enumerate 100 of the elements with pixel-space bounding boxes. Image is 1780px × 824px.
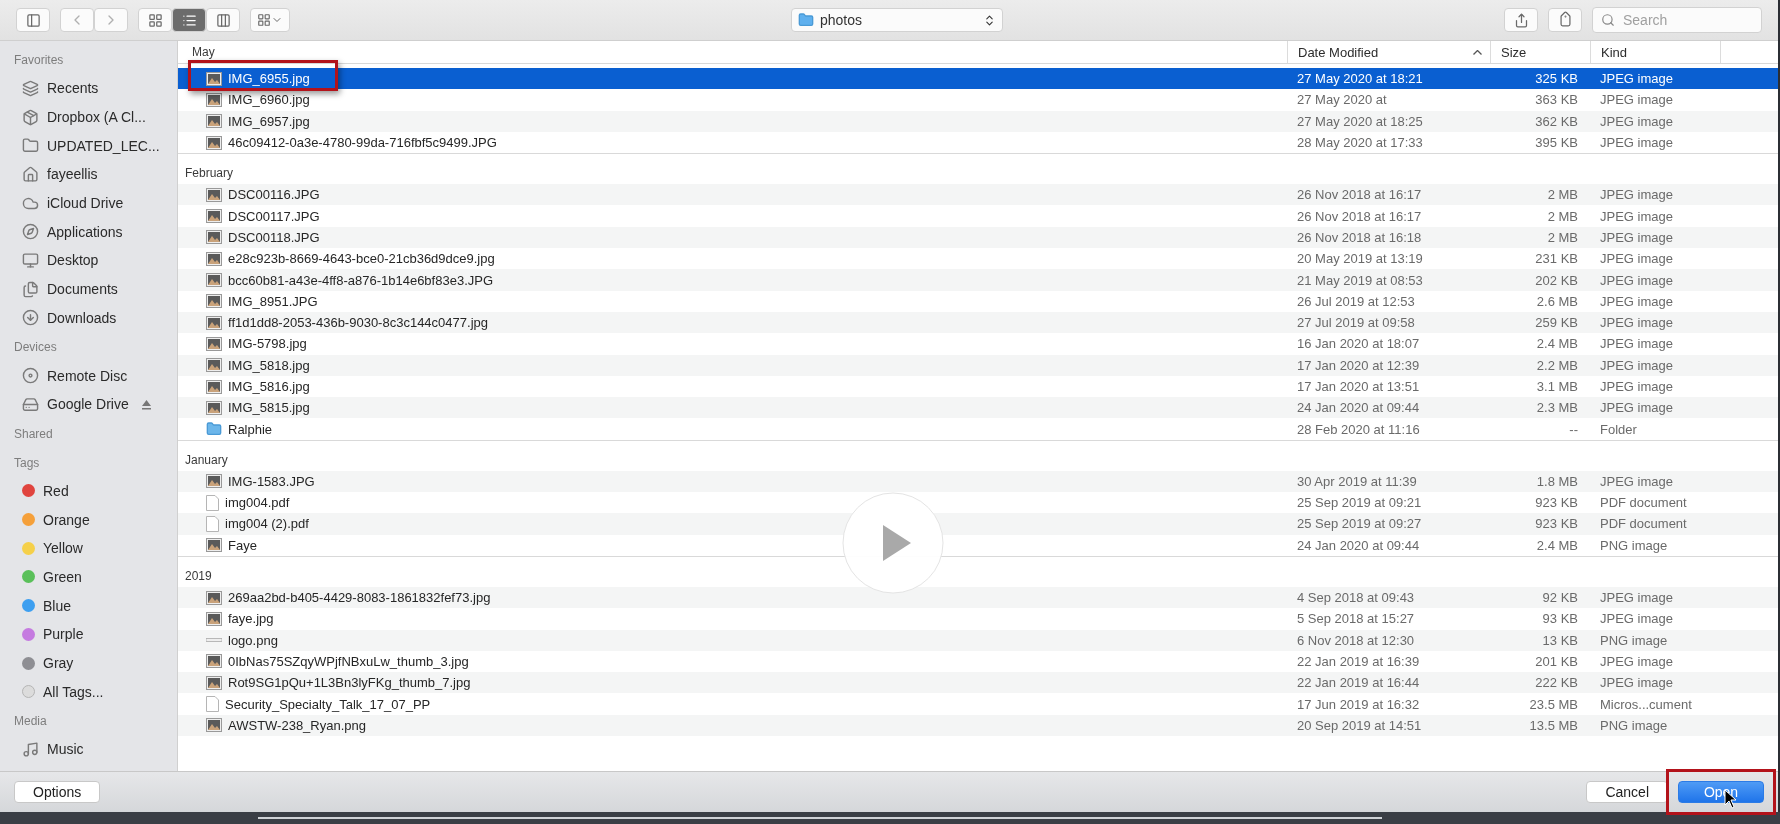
date-cell-text: 27 May 2020 at (1296, 92, 1388, 108)
date-cell-text: 17 Jun 2019 at 16:32 (1296, 696, 1421, 712)
photo-thumbnail-icon (206, 538, 222, 553)
size-cell-text: 2.4 MB (1535, 336, 1579, 352)
photo-thumbnail-icon (206, 273, 222, 287)
size-cell-text: 2.2 MB (1535, 357, 1579, 373)
sidebar-item[interactable]: UPDATED_LEC... (0, 131, 177, 161)
file-name: logo.png (228, 632, 278, 648)
file-name: IMG_5815.jpg (228, 400, 310, 416)
size-cell-text: 222 KB (1534, 675, 1579, 691)
sidebar-item[interactable]: All Tags... (0, 677, 177, 707)
file-row[interactable]: ff1d1dd8-2053-436b-9030-8c3c144c0477.jpg 27 Jul 2019 at 09:58 259 KB JPEG image (178, 311, 1778, 334)
documents-icon (22, 280, 39, 298)
sidebar-item[interactable]: Gray (0, 648, 177, 678)
dialog-button[interactable]: Cancel (1586, 781, 1668, 803)
file-name: IMG_6960.jpg (228, 92, 310, 108)
date-cell-text: 26 Nov 2018 at 16:18 (1296, 229, 1423, 245)
sidebar-item[interactable]: Blue (0, 591, 177, 620)
file-row[interactable]: img004 (2).pdf 25 Sep 2019 at 09:27 923 KB PDF document (178, 513, 1778, 535)
kind-cell-text: Folder (1599, 421, 1638, 437)
date-cell-text: 25 Sep 2019 at 09:27 (1296, 516, 1423, 532)
package-icon (22, 108, 39, 126)
size-cell-text: 13 KB (1541, 632, 1579, 648)
sidebar-item[interactable]: Documents (0, 274, 177, 304)
file-name: IMG-5798.jpg (228, 336, 307, 352)
kind-cell-text: JPEG image (1599, 675, 1674, 691)
kind-cell-text: PDF document (1599, 495, 1688, 511)
date-cell-text: 22 Jan 2019 at 16:44 (1296, 675, 1421, 691)
list-view-button[interactable] (172, 8, 206, 32)
file-row[interactable]: IMG_5818.jpg 17 Jan 2020 at 12:39 2.2 MB JPEG image (178, 354, 1778, 376)
sidebar-item[interactable]: iCloud Drive (0, 188, 177, 218)
sidebar-item[interactable]: Music (0, 735, 177, 764)
date-cell-text: 26 Jul 2019 at 12:53 (1296, 293, 1416, 309)
file-row[interactable]: IMG_6955.jpg 27 May 2020 at 18:21 325 KB JPEG image (178, 68, 1778, 90)
size-cell-text: 93 KB (1541, 611, 1579, 627)
file-name: img004 (2).pdf (225, 516, 309, 532)
search-field[interactable]: Search (1592, 7, 1762, 33)
group-title: 2019 (184, 567, 213, 585)
file-row[interactable]: Rot9SG1pQu+1L3Bn3lyFKg_thumb_7.jpg 22 Jan 2019 at 16:44 222 KB JPEG image (178, 672, 1778, 694)
date-cell-text: 26 Nov 2018 at 16:17 (1296, 187, 1423, 203)
sidebar-item[interactable]: Orange (0, 505, 177, 534)
sidebar-item[interactable]: Remote Disc (0, 361, 177, 390)
location-popup[interactable]: photos (791, 8, 1003, 32)
sidebar-item[interactable]: Purple (0, 620, 177, 649)
play-button-icon[interactable] (841, 491, 945, 595)
sidebar-item[interactable]: Downloads (0, 303, 177, 333)
sidebar-item[interactable]: Green (0, 562, 177, 592)
file-name: IMG_5816.jpg (228, 379, 310, 394)
file-row[interactable]: IMG_5815.jpg 24 Jan 2020 at 09:44 2.3 MB JPEG image (178, 397, 1778, 419)
sidebar-item[interactable]: Google Drive (0, 389, 177, 419)
photo-thumbnail-icon (206, 718, 222, 733)
tag-button[interactable] (1548, 8, 1582, 32)
group-title: May (191, 44, 215, 61)
sidebar-item[interactable]: Applications (0, 217, 177, 247)
file-row[interactable]: bcc60b81-a43e-4ff8-a876-1b14e6bf83e3.JPG 21 May 2019 at 08:53 202 KB JPEG image (178, 269, 1778, 291)
sidebar-item[interactable]: fayeellis (0, 160, 177, 189)
file-row[interactable]: DSC00116.JPG 26 Nov 2018 at 16:17 2 MB JPEG image (178, 184, 1778, 206)
sidebar-item[interactable]: Desktop (0, 246, 177, 275)
sidebar-item[interactable]: Yellow (0, 533, 177, 563)
columns-view-button[interactable] (206, 8, 240, 32)
file-row[interactable]: 269aa2bd-b405-4429-8083-1861832fef73.jpg 4 Sep 2018 at 09:43 92 KB JPEG image (178, 586, 1778, 609)
up-down-chevron-icon (983, 13, 996, 27)
eject-icon[interactable] (140, 398, 152, 410)
kind-cell-text: Micros...cument (1599, 696, 1693, 712)
sidebar-toggle-button[interactable] (16, 8, 50, 32)
file-row[interactable]: IMG_6957.jpg 27 May 2020 at 18:25 362 KB JPEG image (178, 110, 1778, 132)
file-row[interactable]: AWSTW-238_Ryan.png 20 Sep 2019 at 14:51 13.5 MB PNG image (178, 714, 1778, 736)
file-name: ff1d1dd8-2053-436b-9030-8c3c144c0477.jpg (228, 315, 488, 331)
file-name: Security_Specialty_Talk_17_07_PP (225, 696, 431, 712)
sidebar-item[interactable]: Dropbox (A Cl... (0, 102, 177, 132)
file-row[interactable]: IMG-1583.JPG 30 Apr 2019 at 11:39 1.8 MB JPEG image (178, 470, 1778, 493)
sidebar-item[interactable]: Recents (0, 74, 177, 103)
kind-cell-text: JPEG image (1599, 357, 1674, 373)
size-cell-text: 259 KB (1534, 315, 1579, 331)
size-cell-text: 2.3 MB (1535, 400, 1579, 416)
list-view-icon (181, 12, 197, 28)
column-header[interactable]: Size (1490, 41, 1590, 63)
document-icon (206, 494, 219, 511)
share-button[interactable] (1504, 8, 1538, 32)
date-cell-text: 16 Jan 2020 at 18:07 (1296, 336, 1421, 352)
group-by-button[interactable] (250, 8, 290, 32)
layers-icon (22, 79, 39, 97)
sort-chevron-icon (1473, 49, 1482, 55)
kind-cell-text: JPEG image (1599, 208, 1674, 224)
sidebar-item[interactable]: Red (0, 476, 177, 506)
column-header[interactable]: Date Modified (1287, 41, 1490, 63)
file-row[interactable]: DSC00118.JPG 26 Nov 2018 at 16:18 2 MB JPEG image (178, 226, 1778, 249)
date-cell-text: 27 May 2020 at 18:25 (1296, 113, 1424, 129)
date-cell-text: 4 Sep 2018 at 09:43 (1296, 590, 1416, 606)
sidebar-section-title: Shared (13, 425, 54, 443)
file-row[interactable]: logo.png 6 Nov 2018 at 12:30 13 KB PNG image (178, 629, 1778, 651)
folder-icon (798, 12, 814, 28)
compass-icon (22, 223, 39, 241)
column-header[interactable]: Kind (1590, 41, 1720, 63)
search-input[interactable]: Search (1621, 11, 1735, 29)
dialog-button[interactable]: Options (14, 781, 101, 803)
size-cell-text: 2 MB (1546, 229, 1579, 245)
icons-view-button[interactable] (138, 8, 172, 32)
sidebar-section-title: Devices (13, 339, 58, 357)
date-cell-text: 28 May 2020 at 17:33 (1296, 135, 1424, 151)
